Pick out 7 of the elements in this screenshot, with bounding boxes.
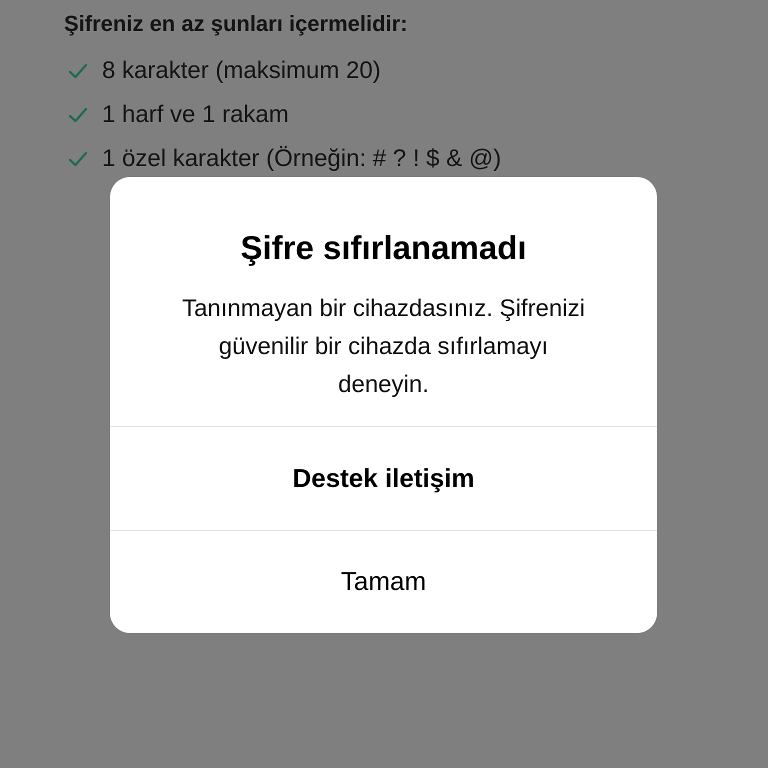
ok-button[interactable]: Tamam <box>110 530 657 633</box>
requirements-heading: Şifreniz en az şunları içermelidir: <box>64 11 409 37</box>
alert-title: Şifre sıfırlanamadı <box>239 229 528 267</box>
requirement-text: 8 karakter (maksimum 20) <box>102 57 381 85</box>
requirement-text: 1 harf ve 1 rakam <box>102 101 289 129</box>
requirement-text: 1 özel karakter (Örneğin: # ? ! $ & @) <box>102 145 502 173</box>
alert-message: Tanınmayan bir cihazdasınız. Şifrenizi güvenilir bir cihazda sıfırlamayı deneyin. <box>181 294 586 400</box>
